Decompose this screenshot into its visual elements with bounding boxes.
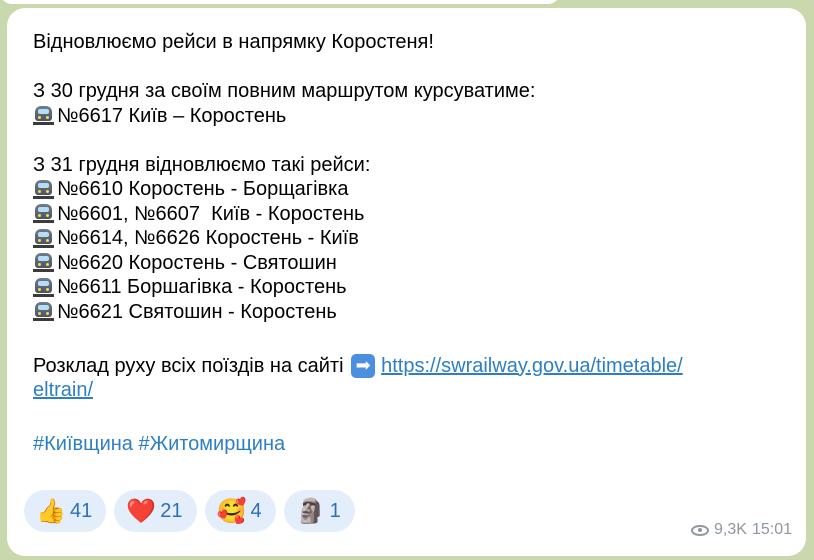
hashtags-line: #Київщина #Житомирщина	[33, 432, 780, 457]
moai-icon: 🗿	[295, 497, 326, 525]
smiling-face-hearts-icon: 🥰	[216, 497, 247, 525]
route-text: №6620 Коростень - Святошин	[57, 251, 337, 274]
train-icon	[33, 252, 54, 273]
route-text: №6611 Боршагівка - Коростень	[57, 276, 347, 298]
previous-message-edge	[0, 0, 560, 4]
view-count: 9,3K	[714, 521, 747, 538]
train-icon	[33, 301, 54, 322]
train-icon	[33, 228, 54, 249]
message-line-31-dec: З 31 грудня відновлюємо такі рейси:	[33, 153, 371, 176]
reactions-bar: 👍 41 ❤️ 21 🥰 4 🗿 1	[24, 490, 355, 532]
route-line: №6611 Боршагівка - Коростень	[33, 275, 780, 300]
route-line: №6621 Святошин - Коростень	[33, 300, 780, 325]
message-line-30-dec: З 30 грудня за своїм повним маршрутом ку…	[33, 80, 536, 102]
message-headline: Відновлюємо рейси в напрямку Коростеня!	[33, 31, 434, 53]
route-line-main: №6617 Київ – Коростень	[33, 104, 780, 129]
heart-icon: ❤️	[126, 497, 157, 525]
route-line: №6620 Коростень - Святошин	[33, 251, 780, 276]
reaction-moai[interactable]: 🗿 1	[283, 490, 355, 532]
route-text: №6621 Святошин - Коростень	[57, 300, 337, 323]
right-arrow-icon: ➡	[351, 353, 376, 378]
schedule-line: Розклад руху всіх поїздів на сайті ➡ http…	[33, 353, 780, 379]
route-text: №6614, №6626 Коростень - Київ	[57, 227, 359, 249]
train-icon	[33, 105, 54, 126]
route-line: №6610 Коростень - Борщагівка	[33, 177, 780, 202]
reaction-count: 1	[329, 499, 341, 522]
route-text: №6601, №6607 Київ - Коростень	[57, 202, 365, 225]
reaction-count: 41	[70, 499, 93, 522]
train-icon	[33, 277, 54, 298]
message-meta: 9,3K 15:01	[691, 521, 792, 539]
message-time: 15:01	[751, 521, 792, 538]
timetable-link[interactable]: https://swrailway.gov.ua/timetable/	[381, 354, 683, 379]
hashtag-kyivshchyna[interactable]: #Київщина	[33, 432, 133, 457]
route-line: №6601, №6607 Київ - Коростень	[33, 202, 780, 227]
thumbs-up-icon: 👍	[36, 497, 66, 525]
reaction-thumbs-up[interactable]: 👍 41	[24, 490, 107, 532]
hashtag-zhytomyrshchyna[interactable]: #Житомирщина	[138, 432, 285, 457]
train-icon	[33, 203, 54, 224]
eye-icon	[691, 524, 710, 536]
reaction-heart[interactable]: ❤️ 21	[114, 490, 197, 532]
schedule-text: Розклад руху всіх поїздів на сайті	[33, 354, 344, 377]
reaction-count: 21	[160, 499, 183, 522]
message-bubble: Відновлюємо рейси в напрямку Коростеня! …	[7, 8, 806, 556]
train-icon	[33, 179, 54, 200]
schedule-line-cont: eltrain/	[33, 378, 780, 403]
reaction-count: 4	[250, 499, 262, 522]
route-text: №6617 Київ – Коростень	[57, 104, 287, 127]
timetable-link-cont[interactable]: eltrain/	[33, 378, 93, 403]
route-text: №6610 Коростень - Борщагівка	[57, 178, 349, 200]
route-line: №6614, №6626 Коростень - Київ	[33, 226, 780, 251]
reaction-smiling-hearts[interactable]: 🥰 4	[204, 490, 276, 532]
